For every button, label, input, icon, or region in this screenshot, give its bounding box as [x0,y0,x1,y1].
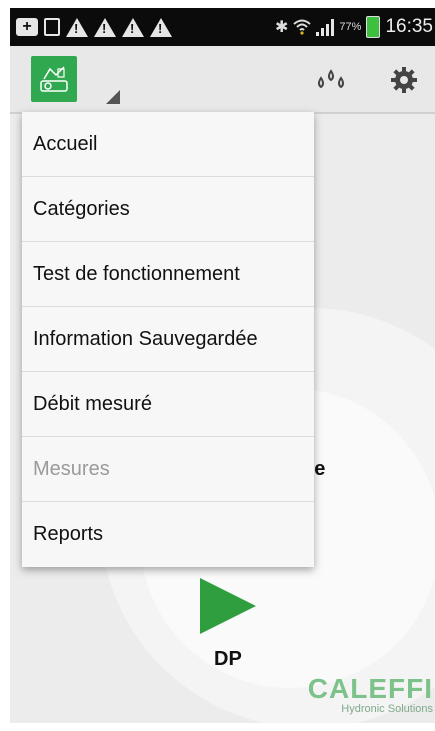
action-bar [10,46,435,114]
screenshot-notification-icon [44,18,60,36]
app-frame: + ✱ 77% 16:35 [10,8,435,723]
warning-icon [150,17,172,37]
caleffi-app-icon[interactable] [31,56,77,102]
play-icon[interactable] [200,578,256,634]
brand-name: CALEFFI [307,673,433,704]
dropdown-menu: Accueil Catégories Test de fonctionnemen… [22,112,314,567]
status-bar: + ✱ 77% 16:35 [10,8,435,46]
menu-dropdown-indicator-icon[interactable] [106,90,120,104]
signal-icon [316,18,335,36]
menu-item-accueil[interactable]: Accueil [22,112,314,177]
menu-item-categories[interactable]: Catégories [22,177,314,242]
drops-icon[interactable] [314,68,348,94]
brand-logo: CALEFFI Hydronic Solutions [288,673,433,715]
battery-percent: 77% [339,21,362,33]
add-notification-icon: + [16,18,38,36]
wifi-icon [293,19,312,35]
menu-item-debit-mesure[interactable]: Débit mesuré [22,372,314,437]
warning-icon [122,17,144,37]
warning-icon [66,17,88,37]
menu-item-reports[interactable]: Reports [22,502,314,567]
gear-icon[interactable] [390,66,418,94]
warning-icon [94,17,116,37]
bluetooth-icon: ✱ [275,19,289,36]
menu-item-information-sauvegardee[interactable]: Information Sauvegardée [22,307,314,372]
clock: 16:35 [385,16,433,37]
battery-icon [366,16,381,38]
menu-item-test-de-fonctionnement[interactable]: Test de fonctionnement [22,242,314,307]
dp-label[interactable]: DP [214,648,242,671]
menu-item-mesures: Mesures [22,437,314,502]
